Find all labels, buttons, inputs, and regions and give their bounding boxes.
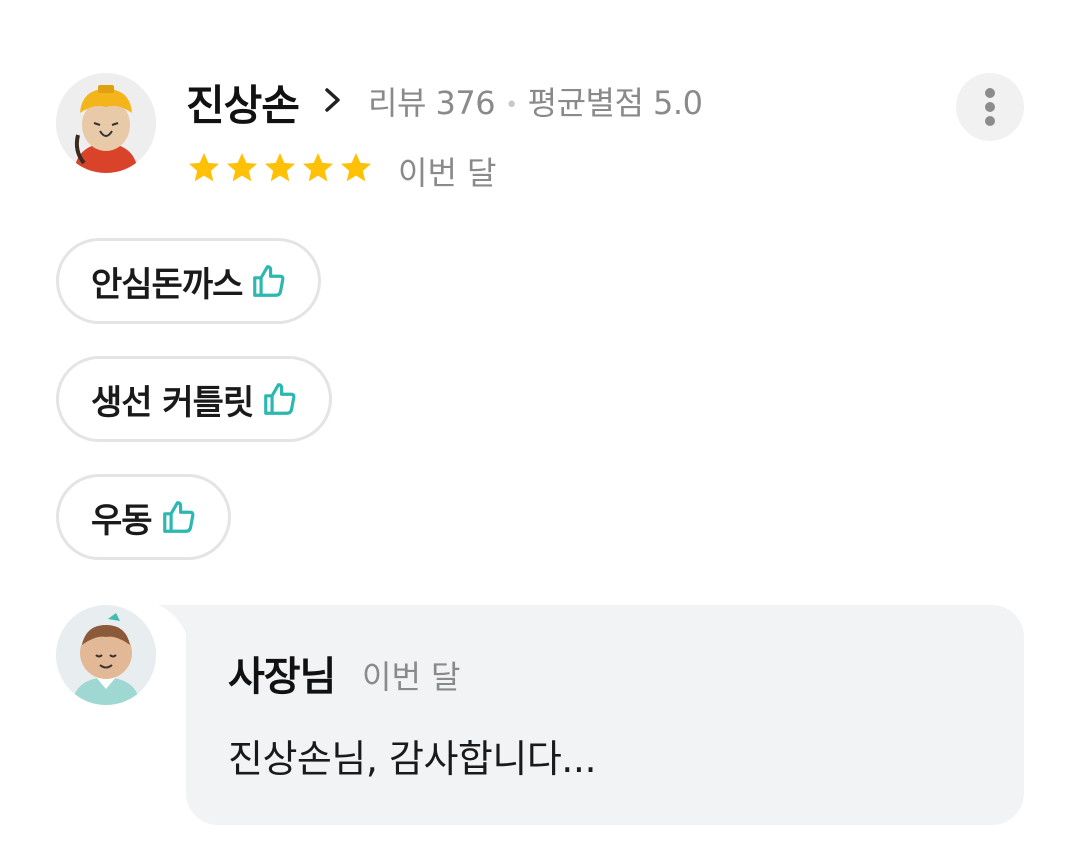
star-icon xyxy=(303,153,333,182)
meta-separator: • xyxy=(505,92,518,118)
liked-menu-label: 우동 xyxy=(91,500,153,541)
reply-author: 사장님 xyxy=(228,654,336,700)
owner-avatar xyxy=(56,605,156,705)
thumbs-up-icon xyxy=(253,265,285,297)
chevron-right-icon[interactable] xyxy=(318,84,346,116)
liked-menu-chip[interactable]: 안심돈까스 xyxy=(56,238,322,324)
star-icon xyxy=(341,153,371,182)
star-icon xyxy=(265,153,295,182)
average-rating: 평균별점 5.0 xyxy=(527,84,703,122)
star-icon xyxy=(189,153,219,182)
user-avatar[interactable] xyxy=(56,73,156,173)
more-vertical-icon xyxy=(985,88,995,98)
reviewer-meta: 리뷰 376 • 평균별점 5.0 xyxy=(368,78,703,124)
review-count: 리뷰 376 xyxy=(368,84,496,122)
thumbs-up-icon xyxy=(264,383,296,415)
owner-reply-bubble xyxy=(186,605,1024,825)
more-vertical-icon-dot xyxy=(985,102,995,112)
review-date: 이번 달 xyxy=(398,154,497,192)
reply-text: 진상손님, 감사합니다... xyxy=(228,737,597,781)
reviewer-name[interactable]: 진상손 xyxy=(186,72,300,133)
reply-bubble-tail xyxy=(158,605,188,639)
star-icon xyxy=(227,153,257,182)
liked-menu-chip[interactable]: 우동 xyxy=(56,474,231,560)
liked-menu-chip[interactable]: 생선 커틀릿 xyxy=(56,356,333,442)
liked-menu-label: 안심돈까스 xyxy=(91,264,243,305)
more-vertical-icon-dot xyxy=(985,116,995,126)
star-rating xyxy=(186,150,374,190)
thumbs-up-icon xyxy=(162,501,194,533)
reply-date: 이번 달 xyxy=(362,658,461,696)
liked-menu-label: 생선 커틀릿 xyxy=(91,382,254,423)
owner-avatar-illustration xyxy=(56,605,156,705)
user-avatar-illustration xyxy=(56,73,156,173)
more-options-button[interactable] xyxy=(956,73,1024,141)
